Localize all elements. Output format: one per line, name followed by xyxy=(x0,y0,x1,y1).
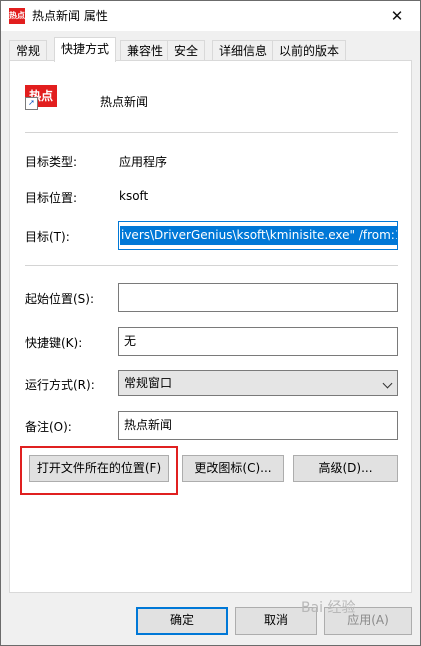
tab-shortcut[interactable]: 快捷方式 xyxy=(54,37,117,62)
tab-previous-versions[interactable]: 以前的版本 xyxy=(272,40,347,61)
target-location-label: 目标位置: xyxy=(25,191,78,205)
close-button[interactable]: ✕ xyxy=(374,1,420,31)
open-file-location-button[interactable]: 打开文件所在的位置(F) xyxy=(29,455,169,482)
chevron-down-icon xyxy=(382,378,393,389)
title-bar: 热点 热点新闻 属性 ✕ xyxy=(1,1,420,31)
hotkey-input[interactable]: 无 xyxy=(118,327,398,356)
tab-details[interactable]: 详细信息 xyxy=(212,40,275,61)
target-input-text: ivers\DriverGenius\ksoft\kminisite.exe" … xyxy=(120,226,397,245)
app-title-icon: 热点 xyxy=(9,8,25,24)
shortcut-panel: 热点 ➚ 热点新闻 目标类型: 应用程序 目标位置: ksoft 目标(T): … xyxy=(9,60,412,593)
run-mode-label: 运行方式(R): xyxy=(25,378,95,392)
close-icon: ✕ xyxy=(390,7,404,25)
target-type-value: 应用程序 xyxy=(119,155,168,169)
tab-security[interactable]: 安全 xyxy=(167,40,206,61)
window-title: 热点新闻 属性 xyxy=(32,9,108,23)
divider xyxy=(25,132,398,133)
run-mode-value: 常规窗口 xyxy=(124,376,173,390)
change-icon-button[interactable]: 更改图标(C)... xyxy=(182,455,284,482)
target-label: 目标(T): xyxy=(25,230,70,244)
hotkey-label: 快捷键(K): xyxy=(25,336,83,350)
advanced-button[interactable]: 高级(D)... xyxy=(293,455,398,482)
target-input[interactable]: ivers\DriverGenius\ksoft\kminisite.exe" … xyxy=(118,221,398,250)
start-in-label: 起始位置(S): xyxy=(25,292,95,306)
tab-general[interactable]: 常规 xyxy=(9,40,48,61)
ok-button[interactable]: 确定 xyxy=(136,607,228,635)
watermark: Bai 经验 xyxy=(301,600,356,616)
comment-label: 备注(O): xyxy=(25,420,72,434)
target-type-label: 目标类型: xyxy=(25,155,78,169)
run-mode-select[interactable]: 常规窗口 xyxy=(118,370,398,396)
start-in-input[interactable] xyxy=(118,283,398,312)
comment-input[interactable]: 热点新闻 xyxy=(118,411,398,440)
shortcut-arrow-icon: ➚ xyxy=(25,97,38,110)
properties-window: 热点 热点新闻 属性 ✕ 常规 快捷方式 兼容性 安全 详细信息 以前的版本 热… xyxy=(0,0,421,646)
target-location-value: ksoft xyxy=(119,189,149,203)
tab-compatibility[interactable]: 兼容性 xyxy=(120,40,171,61)
divider xyxy=(25,265,398,266)
shortcut-name: 热点新闻 xyxy=(100,95,149,109)
